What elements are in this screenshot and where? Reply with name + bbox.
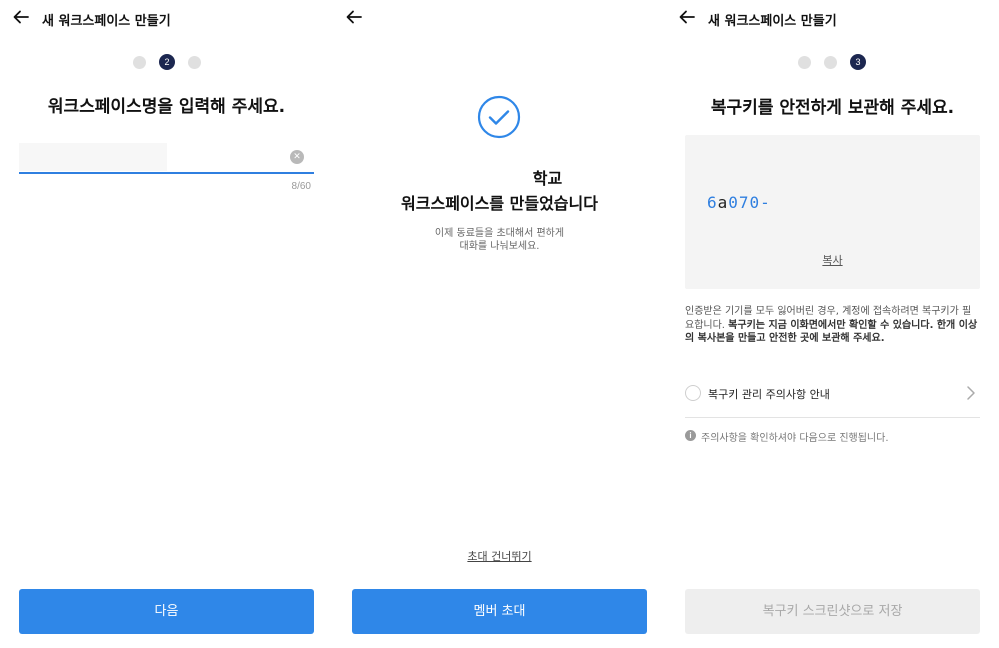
confirm-label: 복구키 관리 주의사항 안내 — [708, 388, 830, 401]
top-bar: 새 워크스페이스 만들기 — [666, 0, 999, 38]
skip-invite-label: 초대 건너뛰기 — [467, 550, 532, 563]
recovery-key-value: 6a070- — [707, 193, 771, 212]
key-caution-confirm-row[interactable]: 복구키 관리 주의사항 안내 — [685, 380, 980, 406]
step-dot-3 — [188, 55, 201, 69]
confirm-radio[interactable] — [685, 385, 701, 401]
back-arrow-icon[interactable] — [678, 8, 700, 28]
step-dot-current: 2 — [159, 54, 175, 70]
character-counter: 8/60 — [291, 181, 311, 192]
recovery-key-part: 6 — [707, 193, 718, 212]
workspace-name-field: ✕ — [19, 143, 314, 174]
step-dot-1 — [133, 55, 146, 69]
created-heading: 워크스페이스를 만들었습니다 — [401, 194, 598, 213]
skip-invite-link[interactable]: 초대 건너뛰기 — [333, 548, 666, 564]
invite-description-line2: 대화를 나눠보세요. — [459, 241, 540, 252]
step-dot-1 — [798, 55, 811, 69]
workspace-created-screen: 학교 워크스페이스를 만들었습니다 이제 동료들을 초대해서 편하게 대화를 나… — [333, 0, 666, 648]
recovery-key-box: 6a070- 복사 — [685, 135, 980, 289]
recovery-key-part: 070- — [728, 193, 771, 212]
recovery-key-screen: 새 워크스페이스 만들기 3 복구키를 안전하게 보관해 주세요. 6a070-… — [666, 0, 999, 648]
recovery-key-notice: 인증받은 기기를 모두 잃어버린 경우, 계정에 접속하려면 복구키가 필요합니… — [685, 305, 980, 346]
create-workspace-name-screen: 새 워크스페이스 만들기 2 워크스페이스명을 입력해 주세요. ✕ 8/60 … — [0, 0, 333, 648]
notice-emphasis: 복구키는 지금 이화면에서만 확인할 수 있습니다. 한개 이상의 복사본을 만… — [685, 319, 978, 345]
workspace-name-input[interactable] — [19, 143, 284, 171]
check-circle-icon — [477, 95, 521, 139]
divider — [685, 417, 980, 418]
step-indicator: 2 — [133, 54, 201, 70]
clear-input-icon[interactable]: ✕ — [290, 150, 304, 164]
copy-key-link[interactable]: 복사 — [685, 252, 980, 268]
recovery-key-part: a — [717, 193, 729, 212]
save-key-screenshot-button[interactable]: 복구키 스크린샷으로 저장 — [685, 589, 980, 634]
back-arrow-icon[interactable] — [345, 8, 367, 28]
top-bar — [333, 0, 666, 38]
top-bar: 새 워크스페이스 만들기 — [0, 0, 333, 38]
step-dot-current: 3 — [850, 54, 866, 70]
next-button[interactable]: 다음 — [19, 589, 314, 634]
copy-key-label: 복사 — [822, 254, 843, 267]
info-text: 주의사항을 확인하셔야 다음으로 진행됩니다. — [701, 433, 889, 444]
screen-heading: 복구키를 안전하게 보관해 주세요. — [710, 98, 955, 118]
workspace-name-label: 학교 — [532, 169, 563, 188]
back-arrow-icon[interactable] — [12, 8, 34, 28]
step-indicator: 3 — [798, 54, 866, 70]
step-dot-2 — [824, 55, 837, 69]
invite-members-button[interactable]: 멤버 초대 — [352, 589, 647, 634]
page-title: 새 워크스페이스 만들기 — [42, 14, 171, 29]
screen-heading: 워크스페이스명을 입력해 주세요. — [47, 97, 286, 117]
chevron-right-icon — [966, 385, 976, 405]
info-icon: i — [685, 430, 696, 441]
page-title: 새 워크스페이스 만들기 — [708, 14, 837, 29]
